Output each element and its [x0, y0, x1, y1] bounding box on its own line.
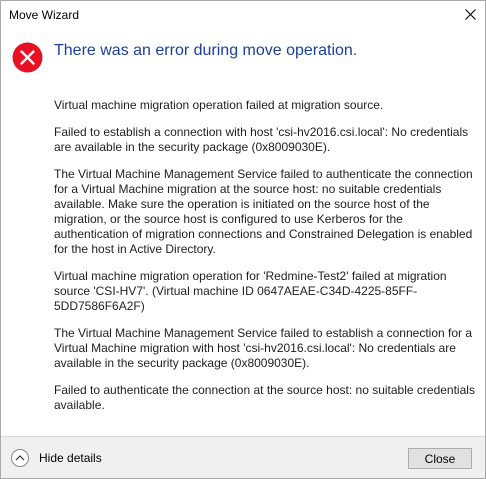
- detail-paragraph: Virtual machine migration operation fail…: [54, 98, 384, 112]
- move-wizard-dialog: Move Wizard There was an error during mo…: [0, 0, 486, 479]
- error-details: Virtual machine migration operation fail…: [54, 98, 478, 425]
- detail-paragraph: The Virtual Machine Management Service f…: [54, 167, 473, 256]
- title-bar: Move Wizard: [1, 1, 485, 29]
- close-button[interactable]: Close: [408, 448, 472, 469]
- detail-paragraph: Failed to authenticate the connection at…: [54, 383, 475, 412]
- error-circle-icon: [12, 42, 43, 73]
- dialog-footer: Hide details Close: [1, 436, 485, 478]
- chevron-up-icon: [11, 449, 29, 467]
- hide-details-toggle[interactable]: Hide details: [11, 448, 102, 468]
- error-headline: There was an error during move operation…: [54, 42, 358, 59]
- detail-paragraph: The Virtual Machine Management Service f…: [54, 326, 473, 370]
- detail-paragraph: Virtual machine migration operation for …: [54, 269, 447, 313]
- detail-paragraph: Failed to establish a connection with ho…: [54, 125, 469, 154]
- hide-details-label: Hide details: [39, 451, 102, 465]
- close-icon[interactable]: [455, 1, 485, 29]
- window-title: Move Wizard: [9, 8, 80, 22]
